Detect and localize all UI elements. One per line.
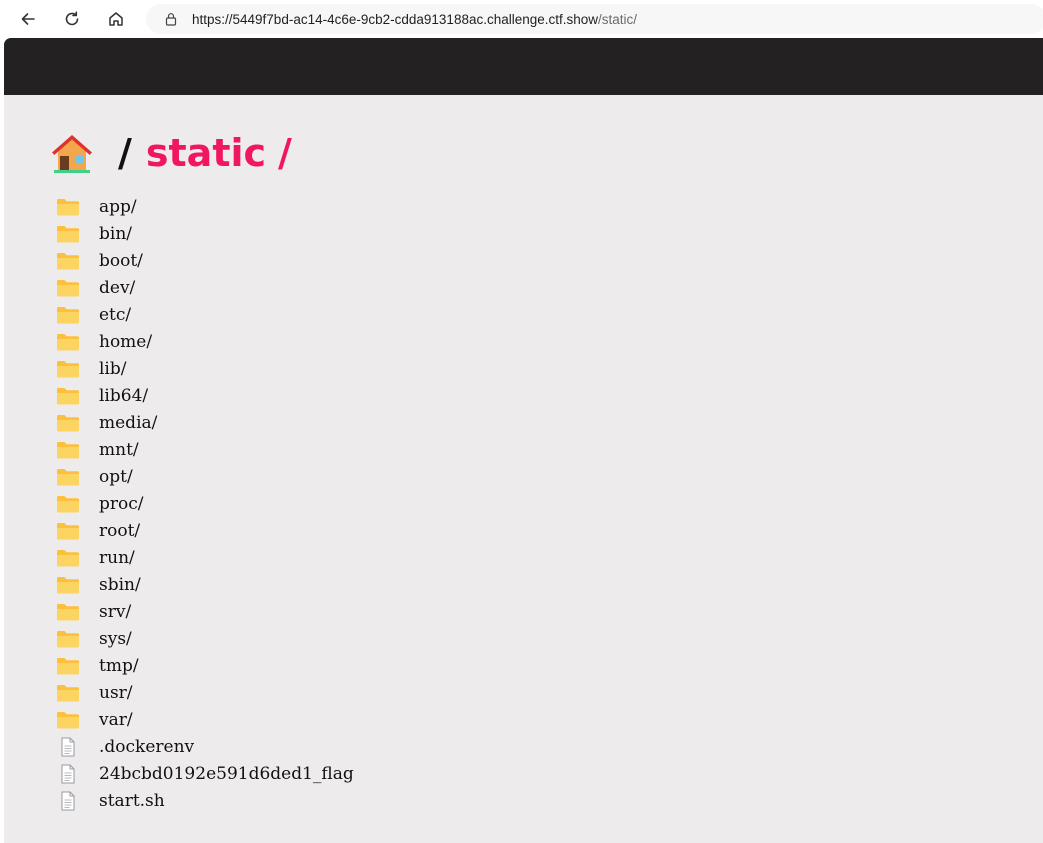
folder-link[interactable]: lib64/ — [99, 386, 148, 406]
folder-link[interactable]: boot/ — [99, 251, 143, 271]
folder-icon — [56, 197, 80, 217]
folder-entry[interactable]: media/ — [56, 409, 354, 436]
file-icon — [56, 791, 80, 811]
folder-link[interactable]: home/ — [99, 332, 152, 352]
browser-toolbar: https://5449f7bd-ac14-4c6e-9cb2-cdda9131… — [0, 0, 1043, 38]
folder-entry[interactable]: var/ — [56, 706, 354, 733]
folder-link[interactable]: srv/ — [99, 602, 131, 622]
folder-icon — [56, 332, 80, 352]
folder-link[interactable]: lib/ — [99, 359, 126, 379]
folder-entry[interactable]: dev/ — [56, 274, 354, 301]
breadcrumb: / static / — [50, 130, 292, 176]
home-icon — [109, 12, 123, 26]
folder-entry[interactable]: run/ — [56, 544, 354, 571]
folder-icon — [56, 305, 80, 325]
folder-icon — [56, 521, 80, 541]
back-arrow-icon — [21, 13, 35, 25]
folder-link[interactable]: run/ — [99, 548, 135, 568]
dark-header-bar — [4, 38, 1043, 95]
folder-icon — [56, 683, 80, 703]
folder-entry[interactable]: tmp/ — [56, 652, 354, 679]
folder-icon — [56, 278, 80, 298]
folder-link[interactable]: media/ — [99, 413, 157, 433]
breadcrumb-trailing-slash: / — [278, 131, 292, 175]
folder-entry[interactable]: root/ — [56, 517, 354, 544]
file-link[interactable]: 24bcbd0192e591d6ded1_flag — [99, 764, 354, 784]
folder-link[interactable]: etc/ — [99, 305, 131, 325]
reload-icon — [65, 11, 79, 26]
file-entry[interactable]: start.sh — [56, 787, 354, 814]
folder-icon — [56, 629, 80, 649]
folder-link[interactable]: sys/ — [99, 629, 132, 649]
folder-entry[interactable]: boot/ — [56, 247, 354, 274]
page-content: / static / app/bin/boot/dev/etc/home/lib… — [4, 38, 1043, 843]
folder-icon — [56, 602, 80, 622]
folder-entry[interactable]: mnt/ — [56, 436, 354, 463]
folder-entry[interactable]: lib/ — [56, 355, 354, 382]
folder-link[interactable]: var/ — [99, 710, 133, 730]
home-button[interactable] — [102, 5, 130, 33]
folder-icon — [56, 467, 80, 487]
folder-link[interactable]: dev/ — [99, 278, 135, 298]
folder-entry[interactable]: app/ — [56, 193, 354, 220]
folder-entry[interactable]: sbin/ — [56, 571, 354, 598]
directory-listing: app/bin/boot/dev/etc/home/lib/lib64/medi… — [56, 193, 354, 814]
folder-link[interactable]: root/ — [99, 521, 140, 541]
folder-entry[interactable]: srv/ — [56, 598, 354, 625]
folder-link[interactable]: tmp/ — [99, 656, 139, 676]
file-link[interactable]: start.sh — [99, 791, 165, 811]
folder-entry[interactable]: bin/ — [56, 220, 354, 247]
folder-icon — [56, 440, 80, 460]
folder-icon — [56, 494, 80, 514]
folder-link[interactable]: usr/ — [99, 683, 133, 703]
breadcrumb-separator: / — [118, 131, 132, 175]
folder-icon — [56, 224, 80, 244]
folder-icon — [56, 359, 80, 379]
file-icon — [56, 764, 80, 784]
folder-link[interactable]: sbin/ — [99, 575, 141, 595]
back-button[interactable] — [14, 5, 42, 33]
reload-button[interactable] — [58, 5, 86, 33]
folder-link[interactable]: app/ — [99, 197, 137, 217]
folder-link[interactable]: opt/ — [99, 467, 133, 487]
url-host: https://5449f7bd-ac14-4c6e-9cb2-cdda9131… — [192, 11, 599, 27]
folder-entry[interactable]: home/ — [56, 328, 354, 355]
folder-icon — [56, 656, 80, 676]
file-entry[interactable]: .dockerenv — [56, 733, 354, 760]
folder-icon — [56, 548, 80, 568]
folder-icon — [56, 251, 80, 271]
lock-icon — [164, 12, 178, 26]
file-link[interactable]: .dockerenv — [99, 737, 194, 757]
folder-entry[interactable]: opt/ — [56, 463, 354, 490]
folder-link[interactable]: proc/ — [99, 494, 144, 514]
url-path: /static/ — [598, 11, 638, 27]
folder-entry[interactable]: usr/ — [56, 679, 354, 706]
folder-icon — [56, 710, 80, 730]
folder-link[interactable]: bin/ — [99, 224, 132, 244]
file-icon — [56, 737, 80, 757]
breadcrumb-current-dir[interactable]: static — [146, 131, 266, 175]
folder-entry[interactable]: lib64/ — [56, 382, 354, 409]
address-bar[interactable]: https://5449f7bd-ac14-4c6e-9cb2-cdda9131… — [146, 4, 1043, 34]
folder-entry[interactable]: sys/ — [56, 625, 354, 652]
folder-icon — [56, 413, 80, 433]
url-text: https://5449f7bd-ac14-4c6e-9cb2-cdda9131… — [192, 12, 637, 27]
folder-icon — [56, 575, 80, 595]
folder-entry[interactable]: proc/ — [56, 490, 354, 517]
folder-icon — [56, 386, 80, 406]
house-icon[interactable] — [50, 131, 94, 175]
folder-entry[interactable]: etc/ — [56, 301, 354, 328]
file-entry[interactable]: 24bcbd0192e591d6ded1_flag — [56, 760, 354, 787]
folder-link[interactable]: mnt/ — [99, 440, 139, 460]
